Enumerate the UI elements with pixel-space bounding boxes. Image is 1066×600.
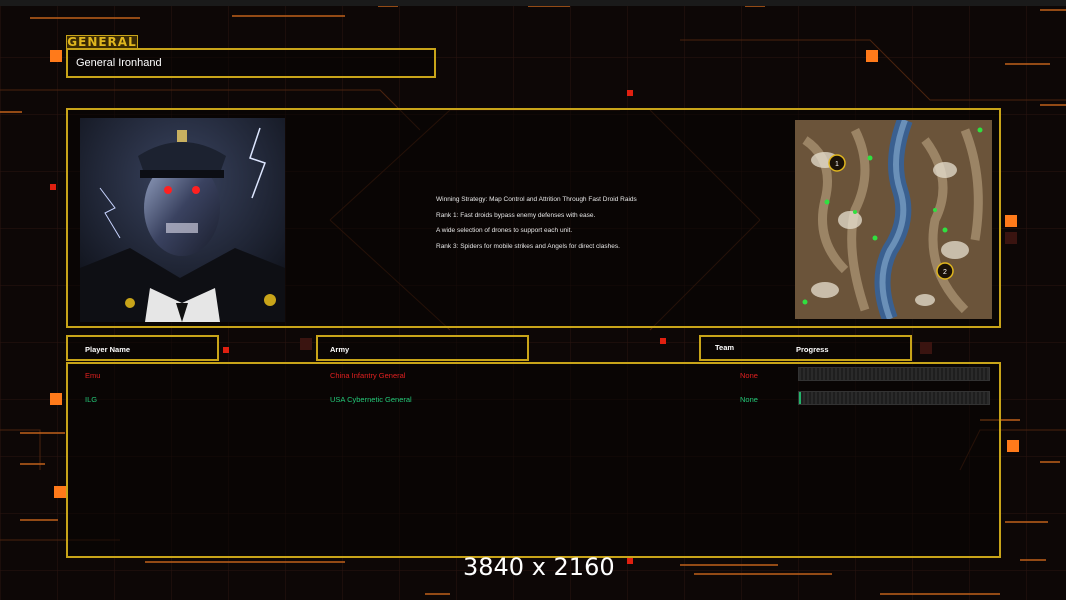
start-position-2: 2 (943, 269, 947, 276)
player-name-header: Player Name (66, 335, 219, 361)
strategy-line: Rank 1: Fast droids bypass enemy defense… (436, 211, 596, 219)
team-header-label: Team (715, 343, 735, 352)
player-row: Emu China Infantry General None (68, 365, 999, 385)
player-name: ILG (85, 395, 98, 404)
player-team: None (740, 371, 758, 380)
general-name-box: General Ironhand (66, 48, 436, 78)
player-army: China Infantry General (330, 371, 406, 380)
player-team: None (740, 395, 758, 404)
general-name: General Ironhand (76, 57, 162, 69)
cyborg-general-portrait (80, 118, 285, 322)
strategy-line: Winning Strategy: Map Control and Attrit… (436, 196, 637, 203)
strategy-line: A wide selection of drones to support ea… (436, 227, 573, 234)
army-header-label: Army (330, 345, 350, 354)
progress-bar (798, 367, 990, 381)
progress-fill (799, 392, 801, 404)
top-status-bar (0, 0, 1066, 6)
progress-header-label: Progress (796, 345, 829, 354)
player-row: ILG USA Cybernetic General None (68, 389, 999, 409)
map-preview[interactable]: 1 2 (795, 120, 992, 319)
player-name: Emu (85, 371, 101, 380)
general-info-panel: Winning Strategy: Map Control and Attrit… (66, 108, 1001, 328)
resolution-watermark: 3840 x 2160 (463, 553, 615, 581)
strategy-line: Rank 3: Spiders for mobile strikes and A… (436, 242, 620, 250)
players-list: Emu China Infantry General None ILG USA … (66, 362, 1001, 558)
army-header: Army (316, 335, 529, 361)
progress-bar (798, 391, 990, 405)
player-name-header-label: Player Name (85, 345, 131, 354)
team-progress-header: Team Progress (699, 335, 912, 361)
general-tab: GENERAL (66, 35, 138, 49)
start-position-1: 1 (835, 161, 839, 168)
strategy-text: Winning Strategy: Map Control and Attrit… (436, 192, 637, 254)
player-army: USA Cybernetic General (330, 395, 412, 404)
